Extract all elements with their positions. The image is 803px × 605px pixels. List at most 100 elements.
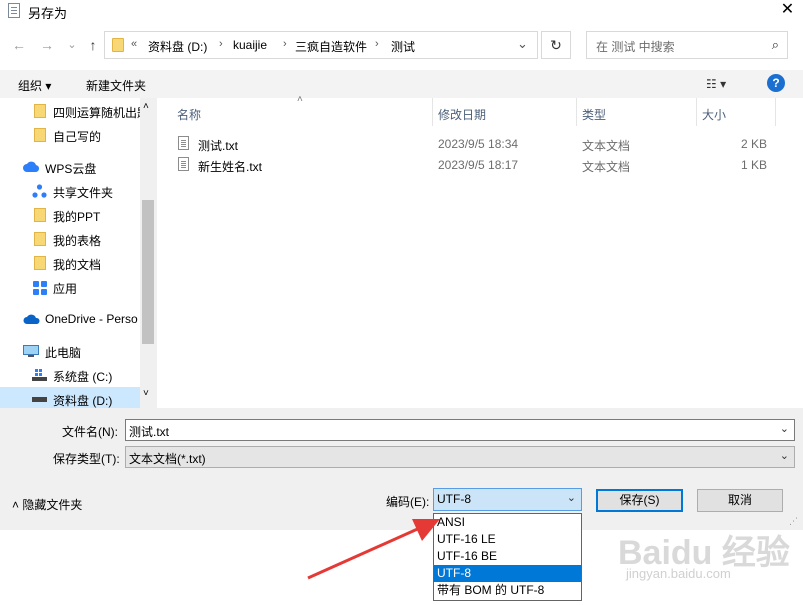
nav-item-label: 我的PPT [53, 210, 101, 224]
nav-item-sizeyunsuan[interactable]: 四则运算随机出题 [0, 99, 149, 123]
annotation-arrow [307, 519, 440, 580]
address-bar[interactable]: « 资料盘 (D:) › kuaijie › 三疯自造软件 › 测试 ⌄ [104, 31, 538, 59]
nav-item-this-pc[interactable]: 此电脑 [0, 339, 140, 363]
search-placeholder[interactable]: 在 测试 中搜索 [596, 38, 675, 55]
system-drive-icon [32, 369, 47, 381]
view-options-icon[interactable]: ☷ ▾ [706, 77, 726, 91]
column-divider[interactable] [432, 98, 433, 126]
navigation-pane: 四则运算随机出题 自己写的 WPS云盘 共享文件夹 我的PPT 我的表格 我的文… [0, 98, 156, 408]
help-icon[interactable]: ? [767, 74, 785, 92]
filetype-select[interactable]: 文本文档(*.txt) ⌄ [125, 446, 795, 468]
overflow-icon[interactable]: « [131, 38, 137, 50]
close-button[interactable]: ✕ [772, 0, 803, 22]
sort-arrow-icon: ˄ [297, 94, 303, 105]
filetype-label: 保存类型(T): [53, 452, 120, 466]
hide-folders-button[interactable]: ˄ 隐藏文件夹 [12, 496, 82, 513]
text-file-icon [178, 157, 189, 171]
nav-item-onedrive[interactable]: OneDrive - Perso [0, 307, 140, 331]
nav-item-label: 资料盘 (D:) [53, 394, 113, 408]
column-header-name[interactable]: 名称 [177, 106, 201, 123]
encoding-option-utf16be[interactable]: UTF-16 BE [434, 548, 581, 565]
recent-locations-chevron-icon[interactable]: ⌄ [63, 36, 81, 54]
chevron-down-icon[interactable]: ⌄ [780, 449, 789, 462]
encoding-option-ansi[interactable]: ANSI [434, 514, 581, 531]
title-bar: 另存为 ✕ [0, 0, 803, 22]
arrow-shaft [307, 525, 423, 580]
nav-item-zijixiede[interactable]: 自己写的 [0, 123, 140, 147]
nav-item-apps[interactable]: 应用 [0, 275, 140, 299]
forward-arrow-icon[interactable]: → [38, 36, 56, 54]
file-name: 新生姓名.txt [198, 160, 263, 174]
watermark-url: jingyan.baidu.com [626, 566, 731, 581]
nav-item-label: 四则运算随机出题 [53, 106, 150, 120]
search-box[interactable]: 在 测试 中搜索 ⌕ [586, 31, 788, 59]
breadcrumb-separator-icon[interactable]: › [375, 38, 379, 50]
nav-item-label: 自己写的 [53, 130, 102, 144]
chevron-down-icon[interactable]: ⌄ [780, 422, 789, 435]
encoding-option-utf8[interactable]: UTF-8 [434, 565, 581, 582]
breadcrumb-drive-d[interactable]: 资料盘 (D:) [148, 38, 207, 55]
nav-item-drive-d[interactable]: 资料盘 (D:) [0, 387, 140, 408]
file-type: 文本文档 [582, 160, 631, 174]
filename-label: 文件名(N): [62, 425, 118, 439]
nav-item-drive-c[interactable]: 系统盘 (C:) [0, 363, 140, 387]
nav-item-my-sheets[interactable]: 我的表格 [0, 227, 140, 251]
encoding-select[interactable]: UTF-8 ⌄ [433, 488, 582, 511]
notepad-icon [8, 3, 20, 18]
file-size: 1 KB [741, 158, 768, 172]
breadcrumb-separator-icon[interactable]: › [219, 38, 223, 50]
nav-item-label: 共享文件夹 [53, 186, 114, 200]
filename-value[interactable]: 测试.txt [129, 423, 169, 440]
nav-item-my-docs[interactable]: 我的文档 [0, 251, 140, 275]
refresh-button[interactable]: ↻ [541, 31, 571, 59]
column-divider[interactable] [576, 98, 577, 126]
breadcrumb-ceshi[interactable]: 测试 [391, 38, 415, 55]
column-header-size[interactable]: 大小 [702, 106, 726, 123]
share-icon [32, 184, 47, 198]
encoding-value[interactable]: UTF-8 [437, 492, 471, 506]
breadcrumb-sanfeng[interactable]: 三疯自造软件 [295, 38, 367, 55]
up-arrow-icon[interactable]: ↑ [84, 36, 102, 54]
cancel-button[interactable]: 取消 [697, 489, 783, 512]
folder-icon [34, 256, 46, 270]
resize-grip-icon[interactable]: ⋰ [789, 516, 798, 527]
encoding-dropdown-list[interactable]: ANSI UTF-16 LE UTF-16 BE UTF-8 带有 BOM 的 … [433, 513, 582, 601]
back-arrow-icon[interactable]: ← [10, 36, 28, 54]
new-folder-button[interactable]: 新建文件夹 [86, 77, 146, 94]
text-file-icon [178, 136, 189, 150]
breadcrumb-kuaijie[interactable]: kuaijie [233, 38, 267, 52]
nav-item-my-ppt[interactable]: 我的PPT [0, 203, 140, 227]
breadcrumb-separator-icon[interactable]: › [283, 38, 287, 50]
nav-item-label: OneDrive - Perso [45, 312, 138, 326]
folder-icon [34, 208, 46, 222]
onedrive-cloud-icon [23, 314, 40, 324]
nav-item-label: 此电脑 [45, 346, 82, 360]
save-button[interactable]: 保存(S) [596, 489, 683, 512]
nav-item-label: 我的文档 [53, 258, 102, 272]
scroll-up-icon[interactable]: ˄ [143, 101, 149, 112]
file-type: 文本文档 [582, 139, 631, 153]
encoding-option-utf8-bom[interactable]: 带有 BOM 的 UTF-8 [434, 582, 581, 599]
file-row[interactable]: 新生姓名.txt 2023/9/5 18:17 文本文档 1 KB [157, 154, 803, 175]
organize-menu[interactable]: 组织 ▾ [18, 77, 51, 94]
filetype-value[interactable]: 文本文档(*.txt) [129, 450, 206, 467]
search-icon[interactable]: ⌕ [772, 37, 779, 53]
chevron-down-icon[interactable]: ⌄ [567, 491, 576, 504]
column-divider[interactable] [775, 98, 776, 126]
encoding-option-utf16le[interactable]: UTF-16 LE [434, 531, 581, 548]
column-divider[interactable] [696, 98, 697, 126]
window-title: 另存为 [28, 6, 68, 21]
cloud-icon [23, 161, 39, 173]
nav-item-shared-folder[interactable]: 共享文件夹 [0, 179, 140, 203]
nav-item-wps-cloud[interactable]: WPS云盘 [0, 155, 140, 179]
column-header-date[interactable]: 修改日期 [438, 106, 486, 123]
filename-input[interactable]: 测试.txt ⌄ [125, 419, 795, 441]
address-dropdown-icon[interactable]: ⌄ [517, 36, 528, 52]
file-date: 2023/9/5 18:17 [438, 158, 519, 172]
file-row[interactable]: 测试.txt 2023/9/5 18:34 文本文档 2 KB [157, 133, 803, 154]
drive-icon [32, 397, 47, 402]
scroll-down-icon[interactable]: ˅ [143, 388, 149, 399]
file-list: ˄ 名称 修改日期 类型 大小 测试.txt 2023/9/5 18:34 文本… [157, 94, 803, 408]
nav-scroll-thumb[interactable] [142, 200, 154, 344]
column-header-type[interactable]: 类型 [582, 106, 606, 123]
